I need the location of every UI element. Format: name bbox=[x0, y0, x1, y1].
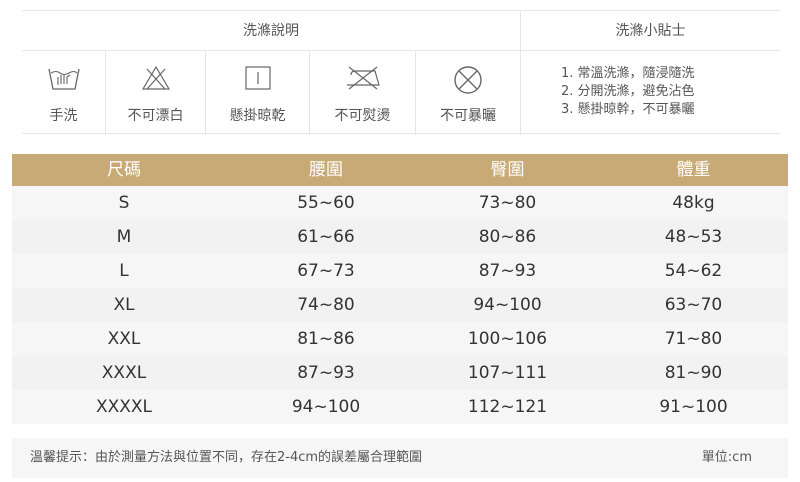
cell-weight: 81~90 bbox=[664, 363, 723, 383]
cell-weight: 48~53 bbox=[664, 227, 723, 247]
cell-waist: 55~60 bbox=[297, 193, 355, 213]
care-tip: 3. 懸掛晾幹，不可暴曬 bbox=[561, 102, 695, 117]
care-header-row: 洗滌說明 洗滌小貼士 bbox=[22, 11, 780, 51]
cell-size: XXXL bbox=[101, 363, 147, 383]
cell-hip: 112~121 bbox=[467, 397, 548, 417]
care-label: 懸掛晾乾 bbox=[229, 108, 286, 124]
cell-size: XXL bbox=[107, 329, 141, 349]
table-row: XXXL 87~93 107~111 81~90 bbox=[12, 356, 788, 390]
cell-weight: 54~62 bbox=[664, 261, 723, 281]
cell-hip: 100~106 bbox=[467, 329, 548, 349]
size-table-header: 尺碼 腰圍 臀圍 體重 bbox=[12, 154, 788, 186]
header-weight: 體重 bbox=[676, 160, 711, 180]
cell-hip: 107~111 bbox=[467, 363, 548, 383]
care-label: 不可漂白 bbox=[127, 108, 184, 124]
cell-waist: 67~73 bbox=[297, 261, 355, 281]
cell-weight: 48kg bbox=[672, 193, 715, 213]
table-row: XL 74~80 94~100 63~70 bbox=[12, 288, 788, 322]
header-waist: 腰圍 bbox=[309, 160, 343, 180]
cell-size: M bbox=[116, 227, 132, 247]
hand-wash-icon bbox=[47, 68, 80, 90]
care-item-hang-dry: 懸掛晾乾 bbox=[206, 51, 310, 135]
care-item-no-iron: 不可熨燙 bbox=[310, 51, 416, 135]
care-item-hand-wash: 手洗 bbox=[22, 51, 106, 135]
footer-note-bar: 溫馨提示：由於測量方法與位置不同，存在2-4cm的誤差屬合理範圍 單位:cm bbox=[12, 438, 788, 478]
cell-hip: 87~93 bbox=[478, 261, 537, 281]
care-instructions-title: 洗滌說明 bbox=[243, 23, 299, 39]
cell-waist: 81~86 bbox=[297, 329, 355, 349]
cell-hip: 94~100 bbox=[473, 295, 542, 315]
cell-weight: 71~80 bbox=[664, 329, 723, 349]
cell-weight: 63~70 bbox=[664, 295, 723, 315]
care-tips-title: 洗滌小貼士 bbox=[520, 11, 780, 51]
cell-size: L bbox=[119, 261, 129, 281]
care-item-no-bleach: 不可漂白 bbox=[106, 51, 206, 135]
no-iron-icon bbox=[346, 66, 380, 90]
no-bleach-icon bbox=[141, 65, 170, 90]
table-row: S 55~60 73~80 48kg bbox=[12, 186, 788, 220]
cell-hip: 73~80 bbox=[478, 193, 537, 213]
header-size: 尺碼 bbox=[107, 160, 141, 180]
table-row: XXXXL 94~100 112~121 91~100 bbox=[12, 390, 788, 424]
care-tip: 2. 分開洗滌，避免沾色 bbox=[561, 84, 695, 99]
hang-dry-icon bbox=[244, 66, 271, 90]
care-label: 手洗 bbox=[49, 108, 78, 124]
cell-waist: 94~100 bbox=[291, 397, 361, 417]
care-instructions-table: 洗滌說明 洗滌小貼士 手洗 不可漂白 懸掛晾乾 不可熨燙 不可暴曬 1. 常溫洗… bbox=[22, 10, 780, 135]
cell-size: XXXXL bbox=[95, 397, 153, 417]
header-hip: 臀圍 bbox=[490, 160, 525, 180]
size-table-body: S 55~60 73~80 48kg M 61~66 80~86 48~53 L… bbox=[12, 186, 788, 424]
cell-hip: 80~86 bbox=[478, 227, 537, 247]
table-row: M 61~66 80~86 48~53 bbox=[12, 220, 788, 254]
cell-waist: 87~93 bbox=[297, 363, 355, 383]
care-tip: 1. 常溫洗滌，隨浸隨洗 bbox=[561, 66, 695, 81]
unit-label: 單位:cm bbox=[701, 450, 752, 465]
measurement-note: 溫馨提示：由於測量方法與位置不同，存在2-4cm的誤差屬合理範圍 bbox=[30, 450, 423, 465]
care-label: 不可暴曬 bbox=[440, 108, 496, 124]
cell-size: S bbox=[118, 193, 130, 213]
care-icons-row: 手洗 不可漂白 懸掛晾乾 不可熨燙 不可暴曬 bbox=[22, 51, 520, 135]
cell-waist: 61~66 bbox=[297, 227, 355, 247]
size-chart-table: 尺碼 腰圍 臀圍 體重 S 55~60 73~80 48kg M 61~66 8… bbox=[12, 154, 788, 424]
no-sun-icon bbox=[454, 66, 482, 94]
care-label: 不可熨燙 bbox=[334, 108, 391, 124]
table-row: L 67~73 87~93 54~62 bbox=[12, 254, 788, 288]
cell-waist: 74~80 bbox=[297, 295, 355, 315]
table-row: XXL 81~86 100~106 71~80 bbox=[12, 322, 788, 356]
cell-size: XL bbox=[113, 295, 135, 315]
cell-weight: 91~100 bbox=[659, 397, 728, 417]
care-tips-list: 1. 常溫洗滌，隨浸隨洗 2. 分開洗滌，避免沾色 3. 懸掛晾幹，不可暴曬 bbox=[520, 51, 780, 135]
care-item-no-sun: 不可暴曬 bbox=[416, 51, 520, 135]
